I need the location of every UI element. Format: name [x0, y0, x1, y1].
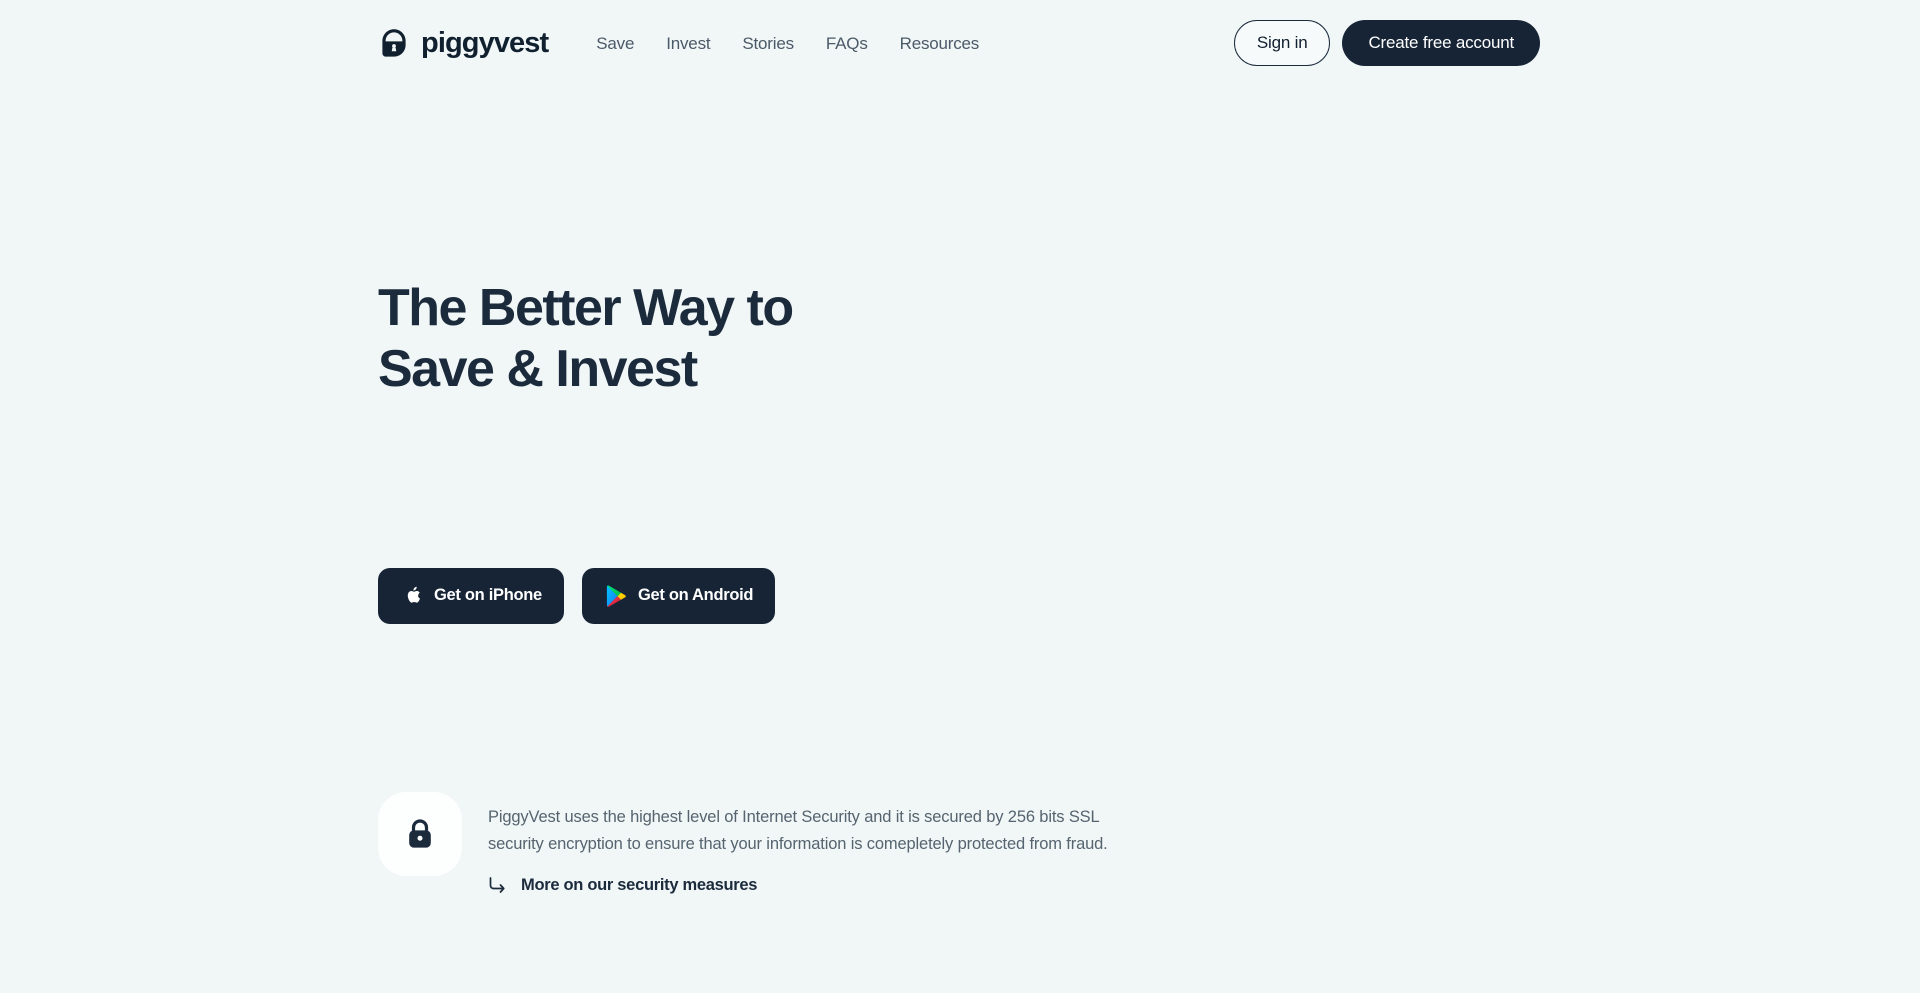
padlock-piggybank-icon — [378, 27, 410, 59]
get-on-android-label: Get on Android — [637, 586, 754, 605]
nav-item-faqs[interactable]: FAQs — [826, 35, 868, 52]
hero-section: The Better Way to Save & Invest Get on i… — [0, 278, 1920, 624]
security-body: PiggyVest uses the highest level of Inte… — [488, 792, 1128, 895]
create-free-account-button[interactable]: Create free account — [1342, 20, 1540, 66]
nav-item-invest[interactable]: Invest — [666, 35, 710, 52]
apple-icon — [400, 584, 422, 608]
security-badge — [378, 791, 462, 876]
brand-logo-link[interactable]: piggyvest — [378, 26, 549, 59]
sign-in-button[interactable]: Sign in — [1233, 20, 1331, 66]
security-section: PiggyVest uses the highest level of Inte… — [0, 791, 1920, 895]
corner-down-right-arrow-icon — [488, 876, 507, 895]
nav-item-resources[interactable]: Resources — [900, 35, 980, 52]
header-actions: Sign in Create free account — [1233, 20, 1540, 66]
nav-item-stories[interactable]: Stories — [742, 35, 794, 52]
padlock-icon — [405, 818, 435, 850]
brand-name: piggyvest — [421, 26, 549, 59]
get-on-iphone-button[interactable]: Get on iPhone — [378, 567, 564, 624]
store-buttons: Get on iPhone Get on Android — [378, 567, 1920, 624]
more-on-security-measures-link[interactable]: More on our security measures — [521, 876, 757, 895]
get-on-android-button[interactable]: Get on Android — [581, 567, 776, 624]
page-title: The Better Way to Save & Invest — [378, 278, 998, 400]
google-play-icon — [604, 584, 626, 608]
hero-title-line-2: Save & Invest — [378, 339, 698, 398]
main-nav: Save Invest Stories FAQs Resources — [596, 35, 979, 52]
get-on-iphone-label: Get on iPhone — [434, 586, 542, 605]
site-header: piggyvest Save Invest Stories FAQs Resou… — [0, 0, 1920, 86]
nav-item-save[interactable]: Save — [596, 35, 634, 52]
security-description: PiggyVest uses the highest level of Inte… — [488, 807, 1108, 854]
hero-subtitle — [378, 426, 938, 518]
hero-title-line-1: The Better Way to — [378, 279, 794, 337]
security-link-row: More on our security measures — [488, 876, 1128, 895]
